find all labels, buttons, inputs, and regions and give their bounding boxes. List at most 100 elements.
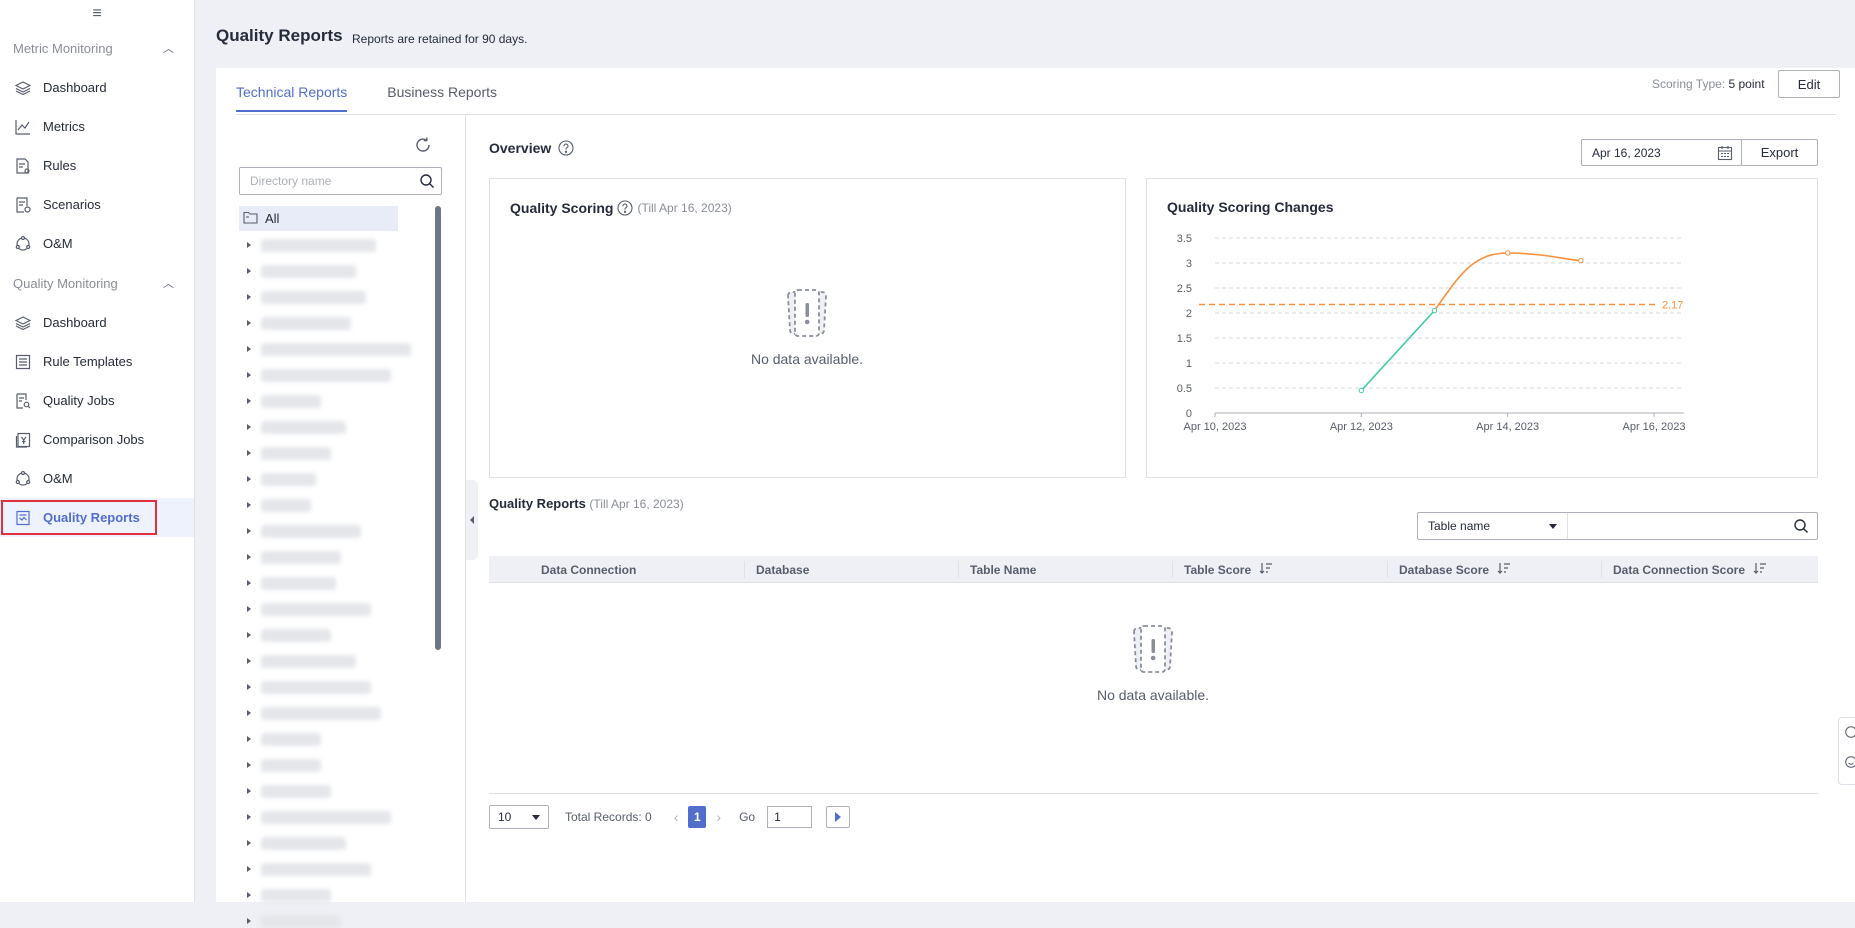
directory-search-input[interactable]: [240, 168, 410, 194]
line-chart-icon: [13, 117, 33, 137]
tree-node[interactable]: [247, 706, 381, 720]
group-metric-monitoring[interactable]: Metric Monitoring ︿: [0, 28, 194, 68]
tree-node[interactable]: [247, 472, 316, 486]
expand-arrow-icon[interactable]: [247, 450, 251, 456]
expand-arrow-icon[interactable]: [247, 372, 251, 378]
sidebar-item-quality-reports[interactable]: Quality Reports: [0, 498, 194, 537]
tree-node[interactable]: [247, 732, 321, 746]
tree-node[interactable]: [247, 342, 411, 356]
tree-node[interactable]: [247, 368, 391, 382]
tab-technical-reports[interactable]: Technical Reports: [236, 84, 348, 112]
expand-arrow-icon[interactable]: [247, 814, 251, 820]
tree-node[interactable]: [247, 654, 356, 668]
tree-node[interactable]: [247, 862, 371, 876]
group-quality-monitoring[interactable]: Quality Monitoring ︿: [0, 263, 194, 303]
tree-node[interactable]: [247, 888, 331, 902]
sort-icon[interactable]: [1259, 562, 1273, 577]
expand-arrow-icon[interactable]: [247, 398, 251, 404]
date-picker[interactable]: Apr 16, 2023: [1581, 139, 1742, 166]
expand-arrow-icon[interactable]: [247, 294, 251, 300]
help-icon[interactable]: [617, 200, 634, 216]
expand-arrow-icon[interactable]: [247, 736, 251, 742]
tree-node[interactable]: [247, 680, 371, 694]
help-icon[interactable]: [558, 140, 574, 156]
collapse-panel-handle[interactable]: [466, 480, 478, 560]
tab-business-reports[interactable]: Business Reports: [387, 84, 497, 112]
sort-icon[interactable]: [1497, 562, 1511, 577]
expand-arrow-icon[interactable]: [247, 476, 251, 482]
calendar-icon[interactable]: [1717, 145, 1733, 164]
tree-node[interactable]: [247, 264, 356, 278]
filter-field-select[interactable]: Table name: [1418, 513, 1568, 539]
sidebar-item-rule-templates[interactable]: Rule Templates: [0, 342, 194, 381]
page-number-current[interactable]: 1: [688, 806, 707, 828]
tree-node[interactable]: [247, 498, 311, 512]
tree-node[interactable]: [247, 810, 391, 824]
expand-arrow-icon[interactable]: [247, 424, 251, 430]
go-page-input[interactable]: 1: [767, 806, 813, 828]
sidebar-item-scenarios[interactable]: Scenarios: [0, 185, 194, 224]
col-database-score[interactable]: Database Score: [1387, 556, 1511, 583]
edit-button[interactable]: Edit: [1778, 70, 1840, 98]
prev-page-icon[interactable]: ‹: [674, 809, 679, 825]
search-icon[interactable]: [419, 173, 435, 192]
expand-arrow-icon[interactable]: [247, 918, 251, 924]
expand-arrow-icon[interactable]: [247, 502, 251, 508]
sidebar-item-dashboard[interactable]: Dashboard: [0, 68, 194, 107]
refresh-icon[interactable]: [414, 136, 434, 156]
tree-node[interactable]: [247, 420, 346, 434]
tree-scrollbar[interactable]: [435, 206, 441, 650]
expand-arrow-icon[interactable]: [247, 840, 251, 846]
sort-icon[interactable]: [1753, 562, 1767, 577]
tree-node[interactable]: [247, 576, 336, 590]
expand-arrow-icon[interactable]: [247, 554, 251, 560]
expand-arrow-icon[interactable]: [247, 528, 251, 534]
sidebar-item-rules[interactable]: Rules: [0, 146, 194, 185]
expand-arrow-icon[interactable]: [247, 346, 251, 352]
expand-arrow-icon[interactable]: [247, 606, 251, 612]
filter-search-input[interactable]: [1568, 514, 1793, 538]
tree-node[interactable]: [247, 290, 366, 304]
help-float-icon[interactable]: [1845, 726, 1855, 741]
tree-node[interactable]: [247, 524, 361, 538]
expand-arrow-icon[interactable]: [247, 268, 251, 274]
expand-arrow-icon[interactable]: [247, 762, 251, 768]
tree-node[interactable]: [247, 836, 346, 850]
expand-arrow-icon[interactable]: [247, 242, 251, 248]
expand-arrow-icon[interactable]: [247, 866, 251, 872]
sidebar-item-quality-om[interactable]: O&M: [0, 459, 194, 498]
tree-node[interactable]: [247, 550, 341, 564]
expand-arrow-icon[interactable]: [247, 658, 251, 664]
expand-arrow-icon[interactable]: [247, 892, 251, 898]
tree-node-all[interactable]: All: [239, 206, 398, 231]
menu-toggle-icon[interactable]: ≡: [0, 0, 194, 28]
sidebar-item-metrics[interactable]: Metrics: [0, 107, 194, 146]
tree-node[interactable]: [247, 446, 331, 460]
go-button[interactable]: [826, 806, 851, 828]
tree-node[interactable]: [247, 394, 321, 408]
tree-node[interactable]: [247, 602, 371, 616]
tree-node[interactable]: [247, 914, 341, 928]
expand-arrow-icon[interactable]: [247, 632, 251, 638]
tree-node[interactable]: [247, 628, 331, 642]
tree-node[interactable]: [247, 758, 321, 772]
col-table-score[interactable]: Table Score: [1172, 556, 1273, 583]
tree-node[interactable]: [247, 316, 351, 330]
next-page-icon[interactable]: ›: [716, 809, 721, 825]
expand-arrow-icon[interactable]: [247, 684, 251, 690]
tree-node[interactable]: [247, 238, 376, 252]
expand-arrow-icon[interactable]: [247, 788, 251, 794]
sidebar-item-om[interactable]: O&M: [0, 224, 194, 263]
sidebar-item-comparison-jobs[interactable]: Comparison Jobs: [0, 420, 194, 459]
feedback-smile-icon[interactable]: [1845, 756, 1855, 771]
sidebar-item-quality-jobs[interactable]: Quality Jobs: [0, 381, 194, 420]
tree-node[interactable]: [247, 784, 331, 798]
expand-arrow-icon[interactable]: [247, 580, 251, 586]
expand-arrow-icon[interactable]: [247, 320, 251, 326]
sidebar-item-quality-dashboard[interactable]: Dashboard: [0, 303, 194, 342]
search-icon[interactable]: [1793, 518, 1809, 534]
page-size-select[interactable]: 10: [489, 805, 549, 829]
export-button[interactable]: Export: [1741, 139, 1818, 166]
expand-arrow-icon[interactable]: [247, 710, 251, 716]
col-data-connection-score[interactable]: Data Connection Score: [1601, 556, 1767, 583]
